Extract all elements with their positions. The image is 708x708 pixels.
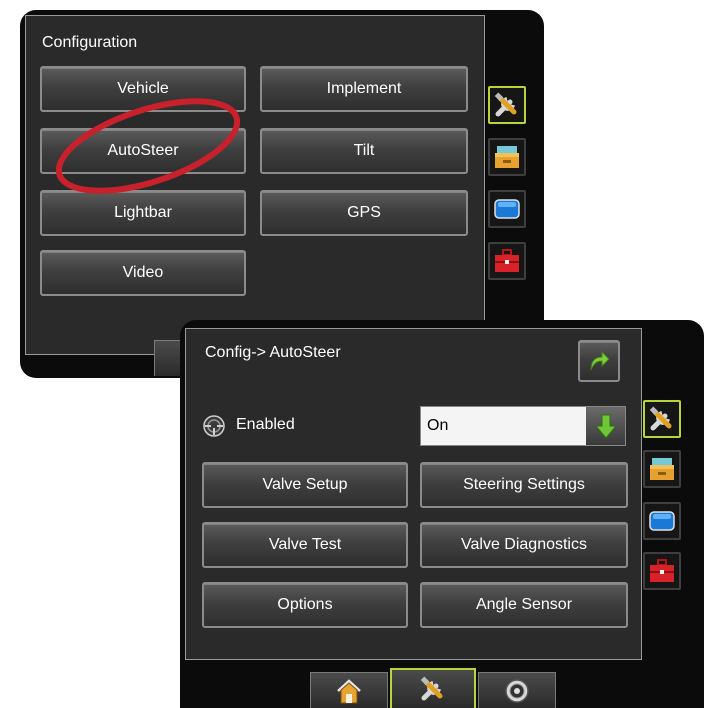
- page-title: Config-> AutoSteer: [205, 344, 341, 361]
- sidebar-screen-button[interactable]: [643, 502, 681, 540]
- sidebar-toolbox-button[interactable]: [643, 552, 681, 590]
- back-button[interactable]: [578, 340, 620, 382]
- console-icon: [650, 458, 674, 480]
- enabled-select-value: On: [427, 417, 449, 434]
- dropdown-arrow-button[interactable]: [586, 407, 625, 445]
- sidebar-tools-button[interactable]: [643, 400, 681, 438]
- tools-icon: [649, 406, 672, 431]
- valve-diagnostics-button[interactable]: Valve Diagnostics: [420, 522, 628, 568]
- screen-icon: [649, 511, 675, 531]
- valve-test-button[interactable]: Valve Test: [202, 522, 408, 568]
- home-icon: [337, 678, 361, 703]
- tools-icon: [420, 676, 443, 701]
- tab-home[interactable]: [310, 672, 388, 708]
- enabled-label: Enabled: [236, 416, 295, 433]
- steering-wheel-icon: [202, 414, 226, 438]
- sidebar-console-button[interactable]: [643, 450, 681, 488]
- valve-setup-button[interactable]: Valve Setup: [202, 462, 408, 508]
- gauge-icon: [505, 678, 529, 703]
- tab-gauge[interactable]: [478, 672, 556, 708]
- autosteer-screen: Config-> AutoSteer Enabled On Valve Setu…: [180, 320, 704, 708]
- tab-tools[interactable]: [390, 668, 476, 708]
- toolbox-icon: [650, 559, 674, 582]
- steering-settings-button[interactable]: Steering Settings: [420, 462, 628, 508]
- return-arrow-icon: [590, 350, 610, 371]
- angle-sensor-button[interactable]: Angle Sensor: [420, 582, 628, 628]
- options-button[interactable]: Options: [202, 582, 408, 628]
- arrow-down-icon: [594, 414, 617, 439]
